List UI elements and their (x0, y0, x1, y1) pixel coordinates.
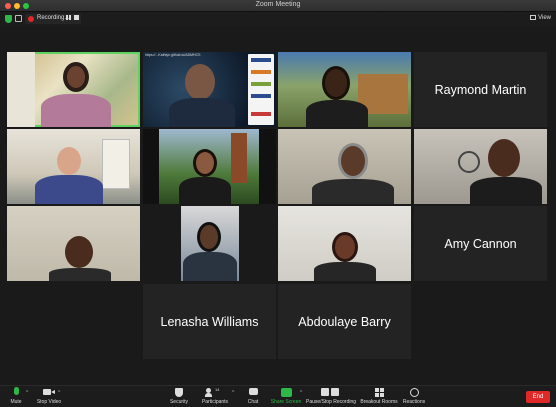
participant-head (65, 236, 93, 268)
view-button[interactable]: View (530, 15, 551, 21)
share-screen-label: Share Screen (270, 399, 302, 405)
reactions-button[interactable]: Reactions (402, 387, 426, 405)
breakout-rooms-button[interactable]: Breakout Rooms (360, 387, 398, 405)
video-tile-raymond-martin[interactable]: Raymond Martin (414, 52, 547, 127)
mute-button[interactable]: Mute (8, 387, 24, 405)
participants-icon: 14 (205, 387, 224, 398)
shield-icon (175, 387, 183, 398)
window-title: Zoom Meeting (255, 1, 301, 8)
participant-body (179, 177, 231, 204)
logo-block (251, 94, 271, 98)
participant-head (338, 143, 368, 179)
mute-label: Mute (10, 399, 22, 405)
video-tile-lenasha-williams[interactable]: Lenasha Williams (143, 284, 276, 359)
breakout-rooms-icon (374, 387, 384, 398)
video-tile-participant-5[interactable] (7, 129, 140, 204)
wall-clock (458, 151, 480, 173)
participants-count: 14 (215, 387, 220, 392)
clock-tower (231, 133, 247, 183)
title-bar: Zoom Meeting (0, 0, 556, 12)
participant-body (41, 94, 111, 127)
participants-options-caret[interactable]: ^ (232, 390, 234, 396)
video-tile-participant-2[interactable]: https://...Kathlyn.github.io/ADMHCS (143, 52, 276, 127)
camera-icon (43, 387, 55, 398)
stop-recording-icon[interactable] (74, 15, 79, 20)
participant-body (49, 268, 111, 281)
participant-name: Lenasha Williams (160, 314, 259, 329)
sponsor-logos (248, 54, 274, 125)
participant-body (314, 262, 376, 281)
share-screen-button[interactable]: Share Screen (270, 387, 302, 405)
logo-block (251, 82, 271, 86)
bookshelf (102, 139, 130, 189)
video-tile-participant-6[interactable] (143, 129, 276, 204)
mute-options-caret[interactable]: ^ (26, 390, 28, 396)
pause-stop-recording-button[interactable]: Pause/Stop Recording (306, 387, 357, 405)
recording-indicator: Recording... (25, 14, 81, 24)
meeting-controls-toolbar: Mute ^ Stop Video ^ Security 14 Particip… (0, 385, 556, 407)
meeting-info-bar: Recording... View (0, 12, 556, 26)
video-tile-participant-10[interactable] (143, 206, 276, 281)
participant-head (63, 62, 89, 92)
participant-head (197, 222, 221, 252)
chat-label: Chat (247, 399, 259, 405)
participant-head (322, 66, 350, 100)
chat-bubble-icon (248, 387, 258, 398)
pause-stop-icon (321, 387, 339, 398)
video-options-caret[interactable]: ^ (58, 390, 60, 396)
participant-body (470, 177, 542, 204)
end-meeting-button[interactable]: End (526, 391, 550, 403)
participant-body (183, 252, 237, 281)
participant-body (306, 100, 368, 127)
share-screen-icon (280, 387, 292, 398)
video-tile-participant-7[interactable] (278, 129, 411, 204)
participant-head (332, 232, 358, 262)
microphone-icon (13, 387, 19, 398)
participant-name: Amy Cannon (444, 236, 517, 251)
participant-name: Abdoulaye Barry (298, 314, 391, 329)
video-tile-participant-8[interactable] (414, 129, 547, 204)
participant-body (312, 179, 394, 204)
video-tile-participant-11[interactable] (278, 206, 411, 281)
participants-label: Participants (201, 399, 229, 405)
participant-head (185, 64, 215, 100)
recording-dot-icon (28, 16, 34, 22)
security-label: Security (169, 399, 189, 405)
breakout-rooms-label: Breakout Rooms (360, 399, 398, 405)
stop-video-label: Stop Video (36, 399, 62, 405)
recording-label: Recording... (37, 15, 70, 21)
shield-icon[interactable] (5, 15, 12, 23)
logo-block (251, 112, 271, 116)
share-options-caret[interactable]: ^ (300, 390, 302, 396)
video-tile-participant-1[interactable] (7, 52, 140, 127)
shared-url: https://...Kathlyn.github.io/ADMHCS (145, 53, 201, 57)
grid-icon[interactable] (15, 15, 22, 22)
video-tile-abdoulaye-barry[interactable]: Abdoulaye Barry (278, 284, 411, 359)
participant-head (488, 139, 520, 177)
chat-button[interactable]: Chat (245, 387, 261, 405)
video-tile-participant-3[interactable] (278, 52, 411, 127)
participants-button[interactable]: 14 Participants (200, 387, 230, 405)
view-grid-icon (530, 15, 537, 20)
participant-name: Raymond Martin (434, 82, 527, 97)
logo-block (251, 70, 271, 74)
participant-body (35, 175, 103, 204)
logo-block (251, 58, 271, 62)
participant-head (193, 149, 217, 177)
security-button[interactable]: Security (168, 387, 190, 405)
video-tile-participant-9[interactable] (7, 206, 140, 281)
video-tile-amy-cannon[interactable]: Amy Cannon (414, 206, 547, 281)
smiley-icon (409, 387, 419, 398)
participant-body (169, 98, 235, 127)
view-label: View (538, 15, 551, 21)
background-wall (7, 52, 35, 127)
participant-head (57, 147, 81, 175)
pause-stop-recording-label: Pause/Stop Recording (306, 399, 357, 405)
pause-recording-icon[interactable] (66, 15, 71, 20)
reactions-label: Reactions (402, 399, 426, 405)
